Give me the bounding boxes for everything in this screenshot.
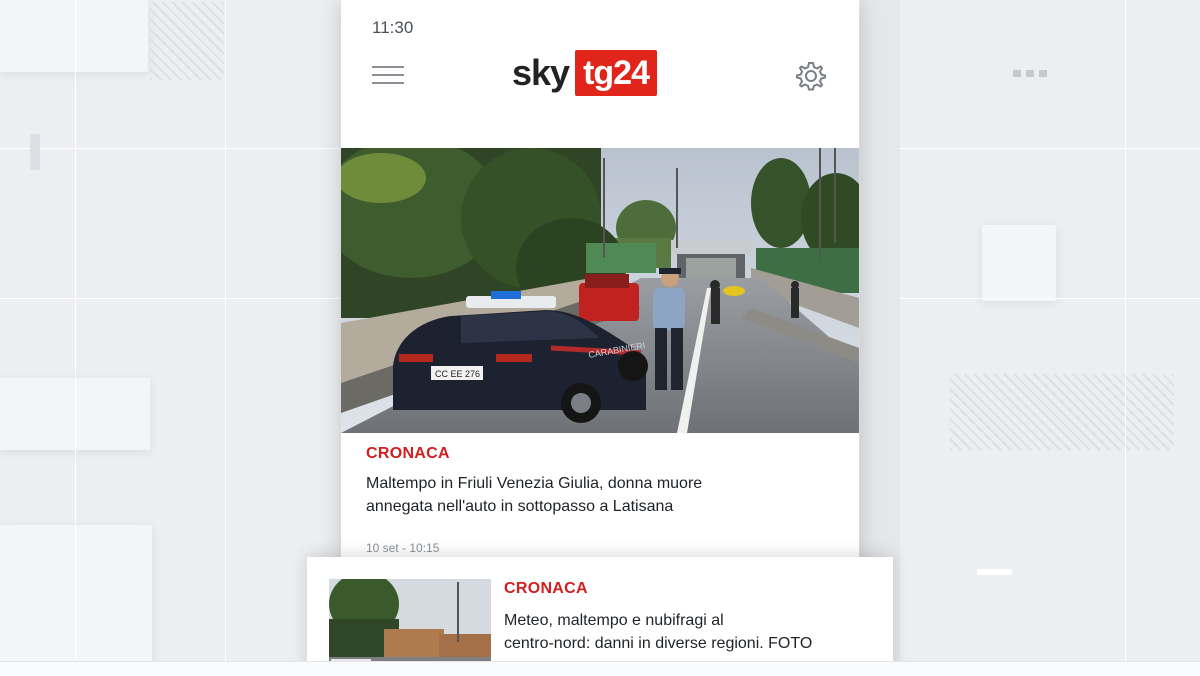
article-date: 10 set - 10:15 [366, 541, 440, 555]
logo-tg24-badge: tg24 [575, 50, 657, 96]
article-category[interactable]: CRONACA [504, 580, 588, 598]
background-line [75, 0, 76, 675]
article-title[interactable]: Meteo, maltempo e nubifragi al centro-no… [504, 609, 884, 655]
article-card-secondary[interactable]: CRONACA Meteo, maltempo e nubifragi al c… [307, 557, 893, 675]
background-dots [1013, 70, 1047, 77]
status-time: 11:30 [372, 18, 414, 37]
background-line [900, 148, 1200, 149]
background-tile [0, 525, 152, 665]
background-hatch [150, 2, 224, 80]
background-tile [982, 225, 1056, 301]
background-hatch [950, 374, 1174, 450]
article-title-line: Meteo, maltempo e nubifragi al [504, 612, 724, 629]
article-hero-image[interactable]: CC EE 276 CARABINIERI [341, 148, 859, 433]
article-title-line: centro-nord: danni in diverse regioni. F… [504, 635, 813, 652]
background-line [225, 0, 226, 675]
hamburger-menu-icon[interactable] [372, 66, 404, 86]
background-line [900, 298, 1200, 299]
logo-sky-text: sky [512, 52, 570, 93]
background-line [0, 148, 341, 149]
gear-icon[interactable] [795, 60, 827, 92]
article-card[interactable]: CRONACA Maltempo in Friuli Venezia Giuli… [341, 433, 859, 563]
bottom-navigation-bar [0, 661, 1200, 676]
background-dash [977, 569, 1012, 575]
background-line [1125, 0, 1126, 675]
car-license-plate: CC EE 276 [435, 369, 480, 379]
article-title-line: Maltempo in Friuli Venezia Giulia, donna… [366, 475, 703, 492]
article-title-line: annegata nell'auto in sottopasso a Latis… [366, 498, 674, 515]
background-line [0, 298, 341, 299]
article-category[interactable]: CRONACA [366, 445, 450, 463]
article-title[interactable]: Maltempo in Friuli Venezia Giulia, donna… [366, 472, 836, 518]
background-mark [30, 134, 40, 170]
background-tile [0, 0, 148, 72]
sky-tg24-logo[interactable]: sky tg24 [512, 50, 657, 96]
